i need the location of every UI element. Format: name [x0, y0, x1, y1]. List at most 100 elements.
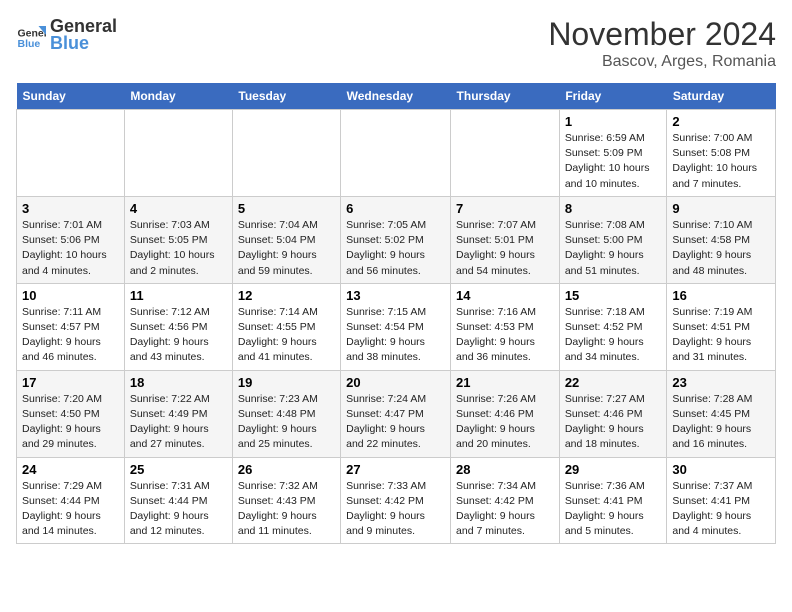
calendar-cell: 28 Sunrise: 7:34 AM Sunset: 4:42 PM Dayli…	[451, 457, 560, 544]
day-number: 17	[22, 375, 119, 390]
day-number: 1	[565, 114, 662, 129]
calendar-cell: 17 Sunrise: 7:20 AM Sunset: 4:50 PM Dayli…	[17, 370, 125, 457]
calendar-cell: 1 Sunrise: 6:59 AM Sunset: 5:09 PM Daylig…	[559, 110, 667, 197]
month-title: November 2024	[548, 16, 776, 53]
logo-icon: General Blue	[16, 20, 46, 50]
day-info: Sunrise: 7:00 AM Sunset: 5:08 PM Dayligh…	[672, 131, 770, 192]
day-number: 6	[346, 201, 445, 216]
calendar-cell: 19 Sunrise: 7:23 AM Sunset: 4:48 PM Dayli…	[232, 370, 340, 457]
day-info: Sunrise: 7:16 AM Sunset: 4:53 PM Dayligh…	[456, 305, 554, 366]
day-number: 21	[456, 375, 554, 390]
title-block: November 2024 Bascov, Arges, Romania	[548, 16, 776, 71]
day-info: Sunrise: 7:14 AM Sunset: 4:55 PM Dayligh…	[238, 305, 335, 366]
day-number: 22	[565, 375, 662, 390]
calendar-cell: 12 Sunrise: 7:14 AM Sunset: 4:55 PM Dayli…	[232, 283, 340, 370]
svg-text:Blue: Blue	[18, 38, 41, 50]
day-number: 16	[672, 288, 770, 303]
day-info: Sunrise: 7:19 AM Sunset: 4:51 PM Dayligh…	[672, 305, 770, 366]
day-number: 23	[672, 375, 770, 390]
day-info: Sunrise: 7:29 AM Sunset: 4:44 PM Dayligh…	[22, 479, 119, 540]
weekday-header-sunday: Sunday	[17, 83, 125, 110]
day-number: 20	[346, 375, 445, 390]
day-number: 25	[130, 462, 227, 477]
day-info: Sunrise: 7:05 AM Sunset: 5:02 PM Dayligh…	[346, 218, 445, 279]
calendar-cell: 14 Sunrise: 7:16 AM Sunset: 4:53 PM Dayli…	[451, 283, 560, 370]
weekday-header-tuesday: Tuesday	[232, 83, 340, 110]
calendar-cell: 26 Sunrise: 7:32 AM Sunset: 4:43 PM Dayli…	[232, 457, 340, 544]
calendar-header: SundayMondayTuesdayWednesdayThursdayFrid…	[17, 83, 776, 110]
day-info: Sunrise: 7:04 AM Sunset: 5:04 PM Dayligh…	[238, 218, 335, 279]
location-subtitle: Bascov, Arges, Romania	[548, 53, 776, 71]
day-number: 13	[346, 288, 445, 303]
day-info: Sunrise: 6:59 AM Sunset: 5:09 PM Dayligh…	[565, 131, 662, 192]
day-number: 15	[565, 288, 662, 303]
day-info: Sunrise: 7:07 AM Sunset: 5:01 PM Dayligh…	[456, 218, 554, 279]
day-info: Sunrise: 7:33 AM Sunset: 4:42 PM Dayligh…	[346, 479, 445, 540]
day-number: 27	[346, 462, 445, 477]
day-info: Sunrise: 7:36 AM Sunset: 4:41 PM Dayligh…	[565, 479, 662, 540]
calendar-cell	[17, 110, 125, 197]
day-number: 10	[22, 288, 119, 303]
weekday-header-saturday: Saturday	[667, 83, 776, 110]
calendar-cell	[341, 110, 451, 197]
calendar-cell: 24 Sunrise: 7:29 AM Sunset: 4:44 PM Dayli…	[17, 457, 125, 544]
calendar-table: SundayMondayTuesdayWednesdayThursdayFrid…	[16, 83, 776, 544]
day-number: 5	[238, 201, 335, 216]
day-info: Sunrise: 7:08 AM Sunset: 5:00 PM Dayligh…	[565, 218, 662, 279]
weekday-header-friday: Friday	[559, 83, 667, 110]
day-info: Sunrise: 7:20 AM Sunset: 4:50 PM Dayligh…	[22, 392, 119, 453]
day-number: 4	[130, 201, 227, 216]
calendar-cell	[232, 110, 340, 197]
day-info: Sunrise: 7:12 AM Sunset: 4:56 PM Dayligh…	[130, 305, 227, 366]
day-info: Sunrise: 7:28 AM Sunset: 4:45 PM Dayligh…	[672, 392, 770, 453]
day-info: Sunrise: 7:24 AM Sunset: 4:47 PM Dayligh…	[346, 392, 445, 453]
day-number: 29	[565, 462, 662, 477]
day-info: Sunrise: 7:18 AM Sunset: 4:52 PM Dayligh…	[565, 305, 662, 366]
day-info: Sunrise: 7:32 AM Sunset: 4:43 PM Dayligh…	[238, 479, 335, 540]
day-number: 9	[672, 201, 770, 216]
calendar-cell: 8Sunrise: 7:08 AM Sunset: 5:00 PM Daylig…	[559, 196, 667, 283]
calendar-cell: 10 Sunrise: 7:11 AM Sunset: 4:57 PM Dayli…	[17, 283, 125, 370]
calendar-cell: 22Sunrise: 7:27 AM Sunset: 4:46 PM Dayli…	[559, 370, 667, 457]
calendar-cell: 3Sunrise: 7:01 AM Sunset: 5:06 PM Daylig…	[17, 196, 125, 283]
day-number: 26	[238, 462, 335, 477]
calendar-cell: 2Sunrise: 7:00 AM Sunset: 5:08 PM Daylig…	[667, 110, 776, 197]
weekday-header-thursday: Thursday	[451, 83, 560, 110]
day-info: Sunrise: 7:23 AM Sunset: 4:48 PM Dayligh…	[238, 392, 335, 453]
weekday-header-wednesday: Wednesday	[341, 83, 451, 110]
day-info: Sunrise: 7:37 AM Sunset: 4:41 PM Dayligh…	[672, 479, 770, 540]
calendar-cell: 4 Sunrise: 7:03 AM Sunset: 5:05 PM Daylig…	[124, 196, 232, 283]
day-info: Sunrise: 7:26 AM Sunset: 4:46 PM Dayligh…	[456, 392, 554, 453]
calendar-cell: 23 Sunrise: 7:28 AM Sunset: 4:45 PM Dayli…	[667, 370, 776, 457]
day-number: 7	[456, 201, 554, 216]
day-number: 19	[238, 375, 335, 390]
day-info: Sunrise: 7:31 AM Sunset: 4:44 PM Dayligh…	[130, 479, 227, 540]
page-header: General Blue General Blue November 2024 …	[16, 16, 776, 71]
calendar-cell	[451, 110, 560, 197]
logo: General Blue General Blue	[16, 16, 117, 54]
day-number: 3	[22, 201, 119, 216]
calendar-cell: 25 Sunrise: 7:31 AM Sunset: 4:44 PM Dayli…	[124, 457, 232, 544]
day-info: Sunrise: 7:11 AM Sunset: 4:57 PM Dayligh…	[22, 305, 119, 366]
calendar-cell: 29 Sunrise: 7:36 AM Sunset: 4:41 PM Dayli…	[559, 457, 667, 544]
day-info: Sunrise: 7:22 AM Sunset: 4:49 PM Dayligh…	[130, 392, 227, 453]
calendar-cell: 27 Sunrise: 7:33 AM Sunset: 4:42 PM Dayli…	[341, 457, 451, 544]
day-number: 24	[22, 462, 119, 477]
calendar-cell: 30Sunrise: 7:37 AM Sunset: 4:41 PM Dayli…	[667, 457, 776, 544]
day-info: Sunrise: 7:03 AM Sunset: 5:05 PM Dayligh…	[130, 218, 227, 279]
calendar-cell: 16 Sunrise: 7:19 AM Sunset: 4:51 PM Dayli…	[667, 283, 776, 370]
day-number: 12	[238, 288, 335, 303]
day-number: 11	[130, 288, 227, 303]
day-number: 28	[456, 462, 554, 477]
calendar-cell: 15 Sunrise: 7:18 AM Sunset: 4:52 PM Dayli…	[559, 283, 667, 370]
day-info: Sunrise: 7:15 AM Sunset: 4:54 PM Dayligh…	[346, 305, 445, 366]
calendar-cell: 6 Sunrise: 7:05 AM Sunset: 5:02 PM Daylig…	[341, 196, 451, 283]
calendar-cell: 11 Sunrise: 7:12 AM Sunset: 4:56 PM Dayli…	[124, 283, 232, 370]
calendar-cell: 20 Sunrise: 7:24 AM Sunset: 4:47 PM Dayli…	[341, 370, 451, 457]
calendar-cell	[124, 110, 232, 197]
calendar-cell: 5 Sunrise: 7:04 AM Sunset: 5:04 PM Daylig…	[232, 196, 340, 283]
weekday-header-monday: Monday	[124, 83, 232, 110]
day-info: Sunrise: 7:10 AM Sunset: 4:58 PM Dayligh…	[672, 218, 770, 279]
day-info: Sunrise: 7:34 AM Sunset: 4:42 PM Dayligh…	[456, 479, 554, 540]
day-number: 14	[456, 288, 554, 303]
